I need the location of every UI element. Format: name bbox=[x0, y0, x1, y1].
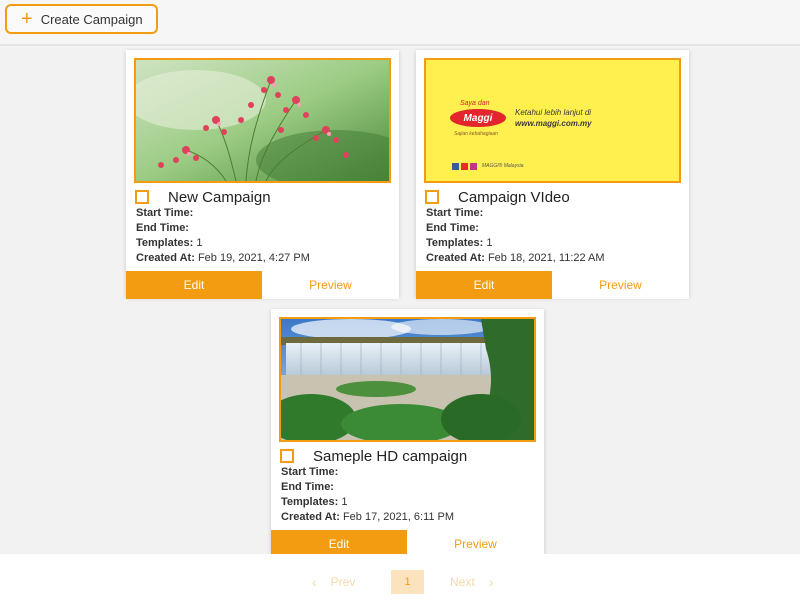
top-toolbar: + Create Campaign bbox=[0, 0, 800, 46]
campaign-thumbnail[interactable] bbox=[134, 58, 391, 183]
maggi-logo: Maggi bbox=[450, 109, 506, 127]
card-actions: Edit Preview bbox=[416, 271, 689, 299]
campaign-card: New Campaign Start Time: End Time: Templ… bbox=[126, 50, 399, 299]
campaign-meta: Start Time: End Time: Templates: 1 Creat… bbox=[281, 465, 454, 525]
campaign-grid: New Campaign Start Time: End Time: Templ… bbox=[0, 48, 800, 558]
prev-button[interactable]: ‹ Prev bbox=[312, 570, 355, 594]
instagram-icon bbox=[470, 163, 477, 170]
brand-tagline: Sajian kebahagiaan bbox=[454, 131, 498, 137]
end-time-label: End Time: bbox=[136, 222, 189, 234]
templates-value: 1 bbox=[196, 237, 203, 249]
templates-label: Templates: bbox=[136, 237, 194, 249]
created-at-value: Feb 18, 2021, 11:22 AM bbox=[487, 252, 605, 264]
select-checkbox[interactable] bbox=[135, 190, 149, 204]
next-button[interactable]: Next › bbox=[450, 570, 493, 594]
end-time-label: End Time: bbox=[426, 222, 479, 234]
youtube-icon bbox=[461, 163, 468, 170]
campaign-title: New Campaign bbox=[168, 188, 271, 206]
campaign-title: Campaign VIdeo bbox=[458, 188, 570, 206]
flower-image bbox=[136, 60, 389, 181]
ad-line-2: www.maggi.com.my bbox=[515, 119, 592, 128]
start-time-label: Start Time: bbox=[136, 207, 194, 219]
campaign-thumbnail[interactable]: Saya dan Maggi Sajian kebahagiaan Ketahu… bbox=[424, 58, 681, 183]
created-at-value: Feb 17, 2021, 6:11 PM bbox=[342, 511, 455, 523]
select-checkbox[interactable] bbox=[425, 190, 439, 204]
brand-top-text: Saya dan bbox=[460, 100, 490, 107]
templates-label: Templates: bbox=[281, 496, 339, 508]
campaign-card: Saya dan Maggi Sajian kebahagiaan Ketahu… bbox=[416, 50, 689, 299]
end-time-label: End Time: bbox=[281, 481, 334, 493]
social-icons bbox=[452, 163, 477, 170]
created-at-value: Feb 19, 2021, 4:27 PM bbox=[197, 252, 310, 264]
create-campaign-label: Create Campaign bbox=[40, 11, 143, 27]
maggi-logo-text: Maggi bbox=[463, 112, 493, 124]
campaign-meta: Start Time: End Time: Templates: 1 Creat… bbox=[426, 206, 605, 266]
created-at-label: Created At: bbox=[426, 252, 485, 264]
ad-line-1: Ketahui lebih lanjut di bbox=[515, 108, 592, 117]
chevron-left-icon: ‹ bbox=[312, 574, 317, 590]
page-number-current[interactable]: 1 bbox=[391, 570, 424, 594]
campaign-title: Sameple HD campaign bbox=[313, 447, 468, 465]
card-actions: Edit Preview bbox=[126, 271, 399, 299]
created-at-label: Created At: bbox=[281, 511, 340, 523]
created-at-label: Created At: bbox=[136, 252, 195, 264]
waterfall-image bbox=[281, 319, 534, 440]
facebook-icon bbox=[452, 163, 459, 170]
create-campaign-button[interactable]: + Create Campaign bbox=[5, 4, 158, 34]
ad-footer: MAGGI® Malaysia bbox=[482, 163, 524, 169]
preview-button[interactable]: Preview bbox=[262, 271, 399, 299]
campaign-card: Sameple HD campaign Start Time: End Time… bbox=[271, 309, 544, 558]
campaign-title-row: New Campaign bbox=[135, 188, 271, 206]
templates-value: 1 bbox=[341, 496, 348, 508]
edit-button[interactable]: Edit bbox=[126, 271, 262, 299]
campaign-thumbnail[interactable] bbox=[279, 317, 536, 442]
next-label: Next bbox=[450, 575, 475, 589]
campaign-title-row: Campaign VIdeo bbox=[425, 188, 570, 206]
templates-value: 1 bbox=[486, 237, 493, 249]
preview-button[interactable]: Preview bbox=[552, 271, 689, 299]
templates-label: Templates: bbox=[426, 237, 484, 249]
select-checkbox[interactable] bbox=[280, 449, 294, 463]
edit-button[interactable]: Edit bbox=[416, 271, 552, 299]
chevron-right-icon: › bbox=[488, 574, 494, 590]
start-time-label: Start Time: bbox=[426, 207, 484, 219]
campaign-title-row: Sameple HD campaign bbox=[280, 447, 467, 465]
maggi-ad: Saya dan Maggi Sajian kebahagiaan Ketahu… bbox=[426, 60, 679, 181]
start-time-label: Start Time: bbox=[281, 466, 339, 478]
prev-label: Prev bbox=[330, 575, 356, 589]
campaign-meta: Start Time: End Time: Templates: 1 Creat… bbox=[136, 206, 310, 266]
plus-icon: + bbox=[21, 8, 33, 30]
